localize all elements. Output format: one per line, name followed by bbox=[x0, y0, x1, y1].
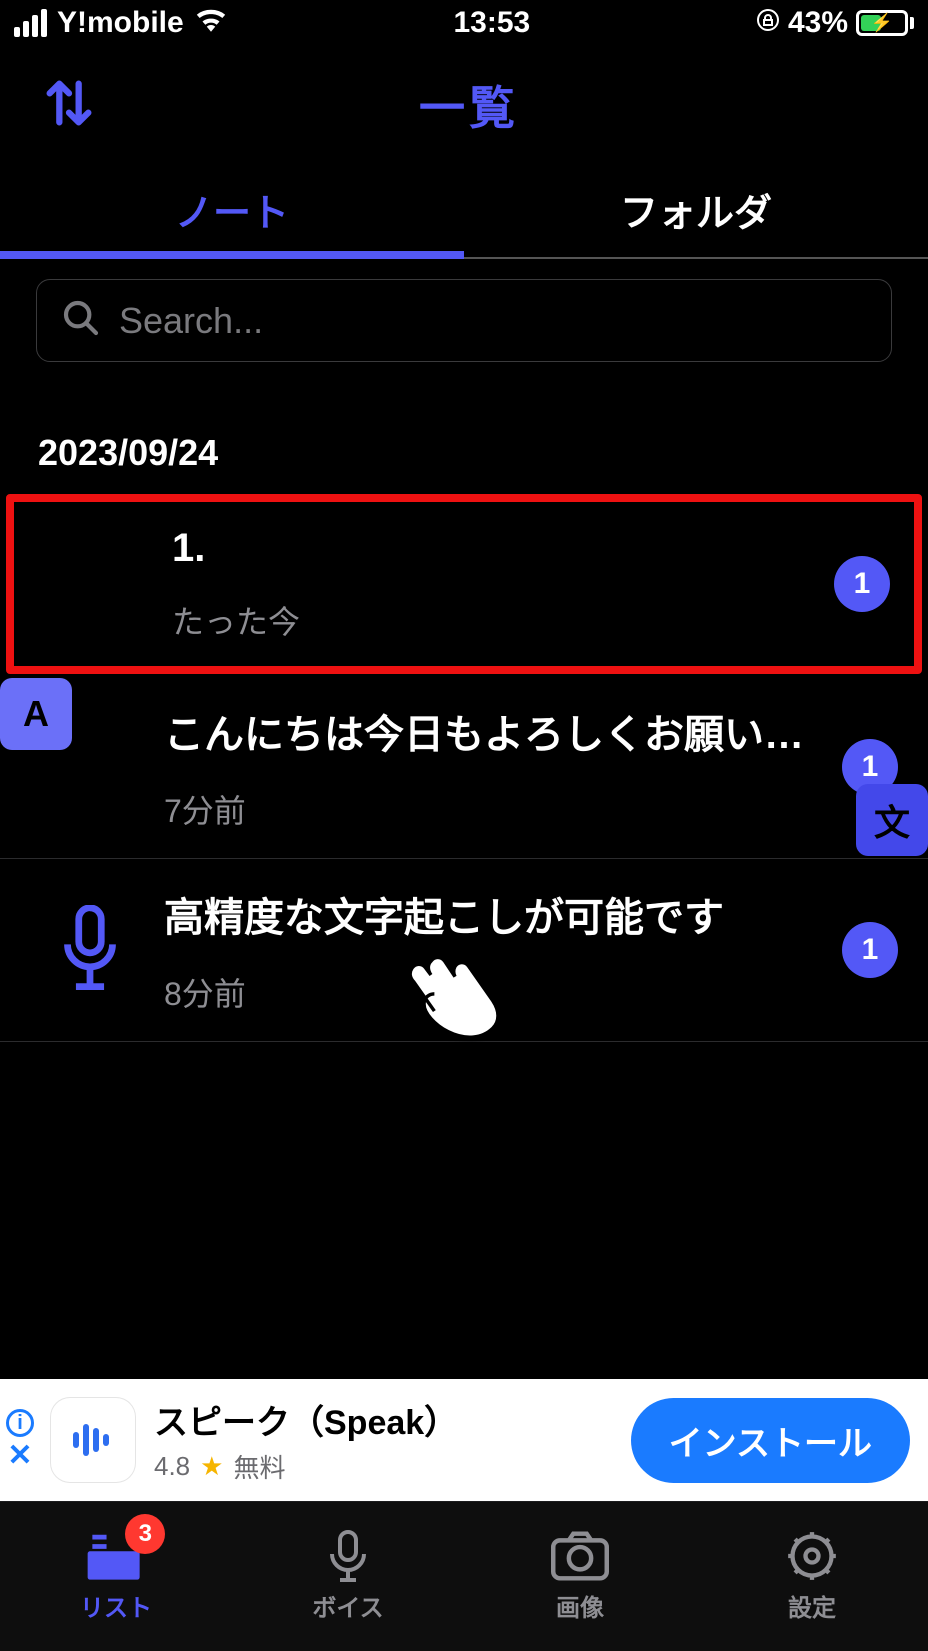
wifi-icon bbox=[194, 6, 228, 40]
ad-controls: i ✕ bbox=[6, 1409, 34, 1471]
ad-rating: 4.8 bbox=[154, 1451, 190, 1482]
battery-percent: 43% bbox=[788, 6, 848, 40]
bottom-tab-bar: リスト 3 ボイス 画像 設定 bbox=[0, 1501, 928, 1651]
ad-close-icon[interactable]: ✕ bbox=[7, 1441, 32, 1471]
note-badge: 1 bbox=[834, 556, 890, 612]
signal-icon bbox=[14, 9, 47, 37]
tab-settings[interactable]: 設定 bbox=[696, 1502, 928, 1651]
ad-banner[interactable]: i ✕ スピーク（Speak） 4.8 ★ 無料 インストール bbox=[0, 1379, 928, 1501]
note-title: 高精度な文字起こしが可能です bbox=[164, 885, 830, 943]
ad-price: 無料 bbox=[233, 1448, 285, 1485]
status-left: Y!mobile bbox=[14, 6, 228, 40]
app-header: 一覧 bbox=[0, 44, 928, 166]
note-timestamp: 7分前 bbox=[164, 786, 830, 832]
note-list: 1. たった今 1 A 文 こんにちは今日もよろしくお願い… 7分前 1 bbox=[0, 494, 928, 1042]
date-section-header: 2023/09/24 bbox=[0, 372, 928, 492]
tab-note[interactable]: ノート bbox=[0, 166, 464, 259]
microphone-icon bbox=[30, 890, 150, 1010]
note-title: こんにちは今日もよろしくお願い… bbox=[164, 702, 830, 760]
battery-icon: ⚡ bbox=[856, 10, 914, 36]
tab-list-badge: 3 bbox=[125, 1514, 165, 1554]
search-icon bbox=[61, 298, 101, 343]
tabs: ノート フォルダ bbox=[0, 166, 928, 259]
search-input[interactable] bbox=[119, 300, 867, 342]
status-right: 43% ⚡ bbox=[756, 6, 914, 40]
tab-image[interactable]: 画像 bbox=[464, 1502, 696, 1651]
clock: 13:53 bbox=[453, 6, 530, 40]
carrier-label: Y!mobile bbox=[57, 6, 184, 40]
page-title: 一覧 bbox=[419, 72, 519, 138]
ad-title: スピーク（Speak） bbox=[154, 1395, 631, 1444]
sort-button[interactable] bbox=[40, 74, 98, 137]
tab-folder[interactable]: フォルダ bbox=[464, 166, 928, 259]
status-bar: Y!mobile 13:53 43% ⚡ bbox=[0, 0, 928, 44]
note-row-icon-placeholder bbox=[38, 524, 158, 644]
ad-app-icon bbox=[50, 1397, 136, 1483]
star-icon: ★ bbox=[200, 1451, 223, 1482]
note-row[interactable]: A 文 こんにちは今日もよろしくお願い… 7分前 1 bbox=[0, 676, 928, 859]
tab-image-label: 画像 bbox=[556, 1588, 604, 1623]
note-timestamp: たった今 bbox=[172, 597, 822, 643]
search-box[interactable] bbox=[36, 279, 892, 362]
note-title: 1. bbox=[172, 526, 822, 571]
tab-voice[interactable]: ボイス bbox=[232, 1502, 464, 1651]
translate-icon: A 文 bbox=[30, 707, 150, 827]
ad-install-button[interactable]: インストール bbox=[631, 1398, 910, 1483]
note-row[interactable]: 高精度な文字起こしが可能です 8分前 1 bbox=[0, 859, 928, 1042]
note-row[interactable]: 1. たった今 1 bbox=[6, 494, 922, 674]
note-timestamp: 8分前 bbox=[164, 969, 830, 1015]
tab-voice-label: ボイス bbox=[312, 1588, 383, 1623]
ad-info-icon[interactable]: i bbox=[6, 1409, 34, 1437]
tab-list-label: リスト bbox=[80, 1588, 152, 1623]
tab-settings-label: 設定 bbox=[788, 1588, 836, 1623]
rotation-lock-icon bbox=[756, 6, 780, 40]
tab-list[interactable]: リスト 3 bbox=[0, 1502, 232, 1651]
note-badge: 1 bbox=[842, 922, 898, 978]
